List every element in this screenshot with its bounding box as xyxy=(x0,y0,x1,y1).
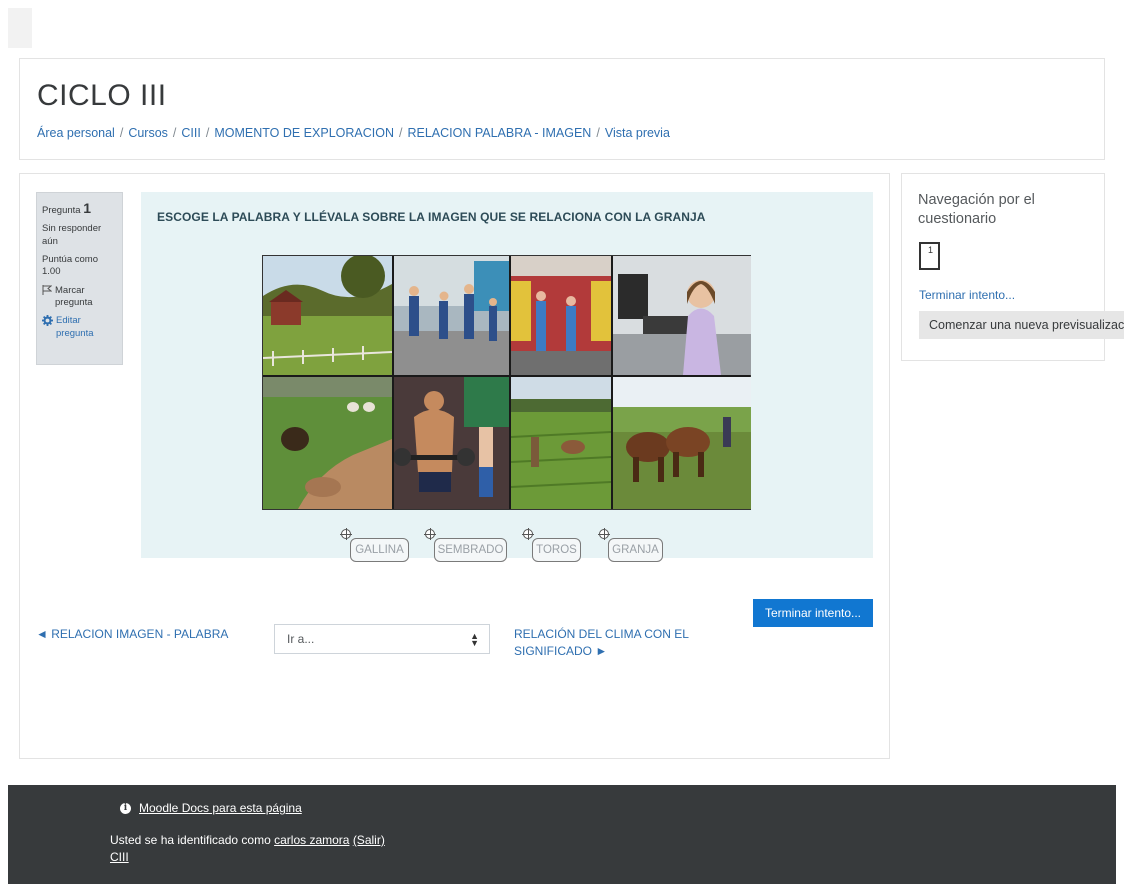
question-status: Sin responder aún xyxy=(42,223,102,247)
breadcrumb-section[interactable]: MOMENTO DE EXPLORACION xyxy=(214,126,394,140)
select-arrows-icon: ▲ ▼ xyxy=(470,631,479,648)
info-icon: i xyxy=(120,802,131,814)
supermarket-photo xyxy=(511,256,611,375)
next-activity-link[interactable]: RELACIÓN DEL CLIMA CON EL SIGNIFICADO ► xyxy=(514,626,714,660)
question-grade: Puntúa como 1.00 xyxy=(42,254,98,278)
previous-activity-link[interactable]: ◄ RELACION IMAGEN - PALABRA xyxy=(36,627,228,641)
breadcrumb-course[interactable]: CIII xyxy=(181,126,200,140)
drag-item-label: GALLINA xyxy=(355,544,404,556)
page-header: CICLO III Área personal / Cursos / CIII / MOME… xyxy=(19,58,1105,160)
drag-handle-icon[interactable] xyxy=(424,528,436,540)
drag-item-gallina[interactable]: GALLINA xyxy=(340,528,409,562)
drag-item-sembrado[interactable]: SEMBRADO xyxy=(424,528,507,562)
chicken-hand-photo xyxy=(263,377,392,509)
quiz-navigation-block: Navegación por el cuestionario 1 Termina… xyxy=(901,173,1124,361)
flag-question-button[interactable]: Marcar pregunta xyxy=(42,284,117,310)
page-footer: i Moodle Docs para esta página Usted se … xyxy=(8,785,1116,884)
footer-course: CIII xyxy=(110,850,129,864)
breadcrumb-home[interactable]: Área personal xyxy=(37,126,115,140)
breadcrumb-preview[interactable]: Vista previa xyxy=(605,126,670,140)
jump-to-activity-select[interactable]: Ir a... ▲ ▼ xyxy=(274,624,490,654)
question-region: Pregunta 1 Sin responder aún Puntúa como… xyxy=(19,173,890,759)
login-info: Usted se ha identificado como carlos zam… xyxy=(110,833,385,847)
drag-item-label: GRANJA xyxy=(612,544,659,556)
jump-select-value: Ir a... xyxy=(287,632,315,646)
start-new-preview-button[interactable]: Comenzar una nueva previsualizació xyxy=(919,311,1124,339)
drag-handle-icon[interactable] xyxy=(522,528,534,540)
breadcrumb: Área personal / Cursos / CIII / MOMENTO DE EXP… xyxy=(37,126,670,140)
breadcrumb-courses[interactable]: Cursos xyxy=(128,126,168,140)
breadcrumb-quiz[interactable]: RELACION PALABRA - IMAGEN xyxy=(407,126,591,140)
flag-icon xyxy=(42,284,53,299)
question-content: ESCOGE LA PALABRA Y LLÉVALA SOBRE LA IMA… xyxy=(141,192,873,562)
edit-question-link[interactable]: Editar pregunta xyxy=(42,315,117,340)
user-profile-link[interactable]: carlos zamora xyxy=(274,833,349,847)
drag-item-label: SEMBRADO xyxy=(437,544,504,556)
question-number: Pregunta 1 xyxy=(42,200,91,216)
office-worker-photo xyxy=(613,256,751,375)
dance-class-photo xyxy=(394,256,509,375)
question-text: ESCOGE LA PALABRA Y LLÉVALA SOBRE LA IMA… xyxy=(157,210,706,224)
moodle-docs-link[interactable]: Moodle Docs para esta página xyxy=(139,801,302,815)
finish-attempt-button[interactable]: Terminar intento... xyxy=(753,599,873,627)
planted-field-photo xyxy=(511,377,611,509)
flag-question-label: Marcar pregunta xyxy=(55,284,93,309)
login-prefix: Usted se ha identificado como xyxy=(110,833,271,847)
gym-photo xyxy=(394,377,509,509)
question-info-panel: Pregunta 1 Sin responder aún Puntúa como… xyxy=(36,192,123,365)
farm-landscape-photo xyxy=(263,256,392,375)
page-corner-mark xyxy=(8,8,32,48)
drag-item-granja[interactable]: GRANJA xyxy=(598,528,663,562)
gear-icon xyxy=(42,315,53,330)
edit-question-label: Editar pregunta xyxy=(56,315,94,339)
drag-item-label: TOROS xyxy=(536,544,577,556)
logout-link[interactable]: (Salir) xyxy=(353,833,385,847)
quiz-nav-question-button[interactable]: 1 xyxy=(919,242,940,270)
drop-zone-background-image[interactable] xyxy=(262,255,751,510)
footer-course-link[interactable]: CIII xyxy=(110,850,129,864)
quiz-nav-finish-link[interactable]: Terminar intento... xyxy=(919,288,1015,302)
drag-handle-icon[interactable] xyxy=(340,528,352,540)
page-title: CICLO III xyxy=(37,79,167,112)
moodle-docs-line: i Moodle Docs para esta página xyxy=(120,801,302,815)
oxen-plowing-photo xyxy=(613,377,751,509)
drag-handle-icon[interactable] xyxy=(598,528,610,540)
drag-item-toros[interactable]: TOROS xyxy=(522,528,581,562)
quiz-navigation-title: Navegación por el cuestionario xyxy=(918,192,1035,227)
